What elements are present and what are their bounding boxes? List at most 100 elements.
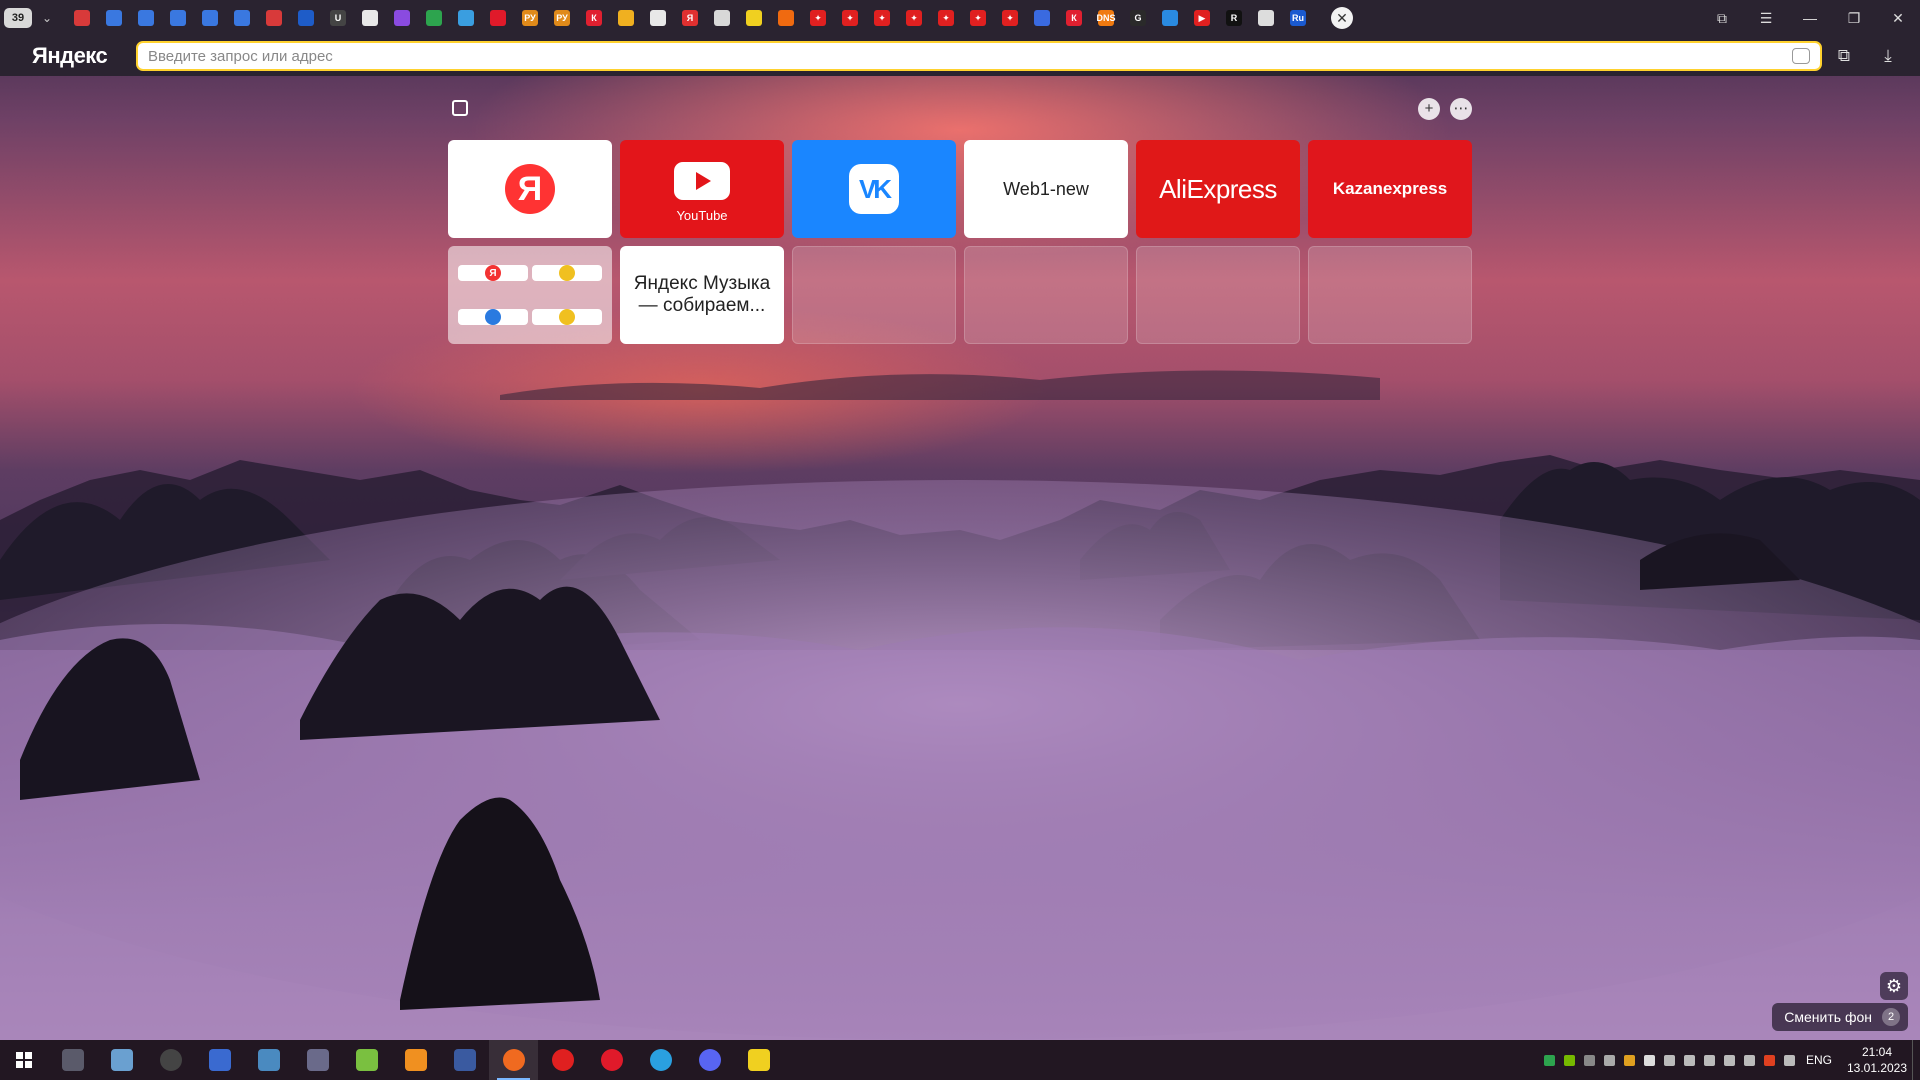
tab-counter[interactable]: 39	[4, 8, 32, 28]
tile-folder[interactable]: Я	[448, 246, 612, 344]
tray-item[interactable]	[1560, 1040, 1580, 1080]
tray-item[interactable]	[1700, 1040, 1720, 1080]
collections-icon[interactable]: ⧉	[1822, 36, 1866, 76]
tab[interactable]: К	[578, 4, 610, 32]
tab-list-chevron-icon[interactable]: ⌄	[36, 11, 58, 25]
tab[interactable]	[1250, 4, 1282, 32]
taskbar-app[interactable]	[195, 1040, 244, 1080]
tab[interactable]	[706, 4, 738, 32]
tray-item[interactable]	[1720, 1040, 1740, 1080]
tile-empty[interactable]	[792, 246, 956, 344]
download-icon[interactable]: ⤓	[1866, 36, 1910, 76]
tray-item[interactable]	[1760, 1040, 1780, 1080]
bookmarks-icon[interactable]: ⧉	[1700, 0, 1744, 36]
more-options-icon[interactable]: ⋯	[1450, 98, 1472, 120]
tab[interactable]	[418, 4, 450, 32]
taskbar-app[interactable]	[97, 1040, 146, 1080]
tab[interactable]	[130, 4, 162, 32]
tab[interactable]	[98, 4, 130, 32]
tab[interactable]: R	[1218, 4, 1250, 32]
menu-icon[interactable]: ☰	[1744, 0, 1788, 36]
tab[interactable]	[482, 4, 514, 32]
tab[interactable]	[162, 4, 194, 32]
tile-empty[interactable]	[964, 246, 1128, 344]
tab[interactable]	[770, 4, 802, 32]
tray-item[interactable]	[1600, 1040, 1620, 1080]
taskbar-app[interactable]	[636, 1040, 685, 1080]
start-button[interactable]	[0, 1040, 48, 1080]
taskbar-app[interactable]	[538, 1040, 587, 1080]
tab[interactable]	[610, 4, 642, 32]
tray-item[interactable]	[1620, 1040, 1640, 1080]
tab[interactable]	[1154, 4, 1186, 32]
language-indicator[interactable]: ENG	[1806, 1053, 1832, 1067]
tab[interactable]: Ru	[1282, 4, 1314, 32]
add-tile-icon[interactable]: +	[1418, 98, 1440, 120]
tab[interactable]	[290, 4, 322, 32]
tab[interactable]: РУ	[546, 4, 578, 32]
restore-icon[interactable]: ❐	[1832, 0, 1876, 36]
tab[interactable]: G	[1122, 4, 1154, 32]
tray-item[interactable]	[1660, 1040, 1680, 1080]
tile-empty[interactable]	[1136, 246, 1300, 344]
close-tab-icon[interactable]: ✕	[1331, 7, 1353, 29]
tab[interactable]: ✦	[898, 4, 930, 32]
tray-item[interactable]	[1680, 1040, 1700, 1080]
tile-empty[interactable]	[1308, 246, 1472, 344]
taskbar-app[interactable]	[391, 1040, 440, 1080]
close-window-icon[interactable]: ✕	[1876, 0, 1920, 36]
tray-item[interactable]	[1640, 1040, 1660, 1080]
tab[interactable]	[738, 4, 770, 32]
tabs-overview-icon[interactable]	[452, 100, 468, 116]
tile-kazanexpress[interactable]: Kazanexpress	[1308, 140, 1472, 238]
tab[interactable]: ▶	[1186, 4, 1218, 32]
tray-item[interactable]	[1740, 1040, 1760, 1080]
tile-yandex-music[interactable]: Яндекс Музыка — собираем...	[620, 246, 784, 344]
address-input[interactable]	[138, 43, 1820, 69]
tab[interactable]: ✦	[962, 4, 994, 32]
taskbar-app[interactable]	[734, 1040, 783, 1080]
taskbar-app[interactable]	[489, 1040, 538, 1080]
change-background-button[interactable]: Сменить фон 2	[1772, 1003, 1908, 1031]
tab[interactable]: ✦	[834, 4, 866, 32]
taskbar-app[interactable]	[244, 1040, 293, 1080]
taskbar-app[interactable]	[440, 1040, 489, 1080]
tab[interactable]: К	[1058, 4, 1090, 32]
tab[interactable]	[450, 4, 482, 32]
taskbar-app[interactable]	[342, 1040, 391, 1080]
taskbar-app[interactable]	[293, 1040, 342, 1080]
tab[interactable]: Я	[674, 4, 706, 32]
taskbar-app[interactable]	[685, 1040, 734, 1080]
address-bar[interactable]	[136, 41, 1822, 71]
tab[interactable]: ✦	[866, 4, 898, 32]
active-tab[interactable]: ✕	[1322, 3, 1362, 33]
tab[interactable]: ✦	[994, 4, 1026, 32]
tile-vk[interactable]: VK	[792, 140, 956, 238]
tab[interactable]	[226, 4, 258, 32]
camera-search-icon[interactable]	[1792, 48, 1810, 64]
tile-yandex[interactable]: Я	[448, 140, 612, 238]
yandex-logo[interactable]: Яндекс	[32, 43, 136, 69]
tab[interactable]: ✦	[802, 4, 834, 32]
tray-item[interactable]	[1780, 1040, 1800, 1080]
taskbar-app[interactable]	[587, 1040, 636, 1080]
show-desktop-button[interactable]	[1912, 1040, 1920, 1080]
taskbar-app[interactable]	[48, 1040, 97, 1080]
taskbar-app[interactable]	[146, 1040, 195, 1080]
tab[interactable]	[642, 4, 674, 32]
tile-youtube[interactable]: YouTube	[620, 140, 784, 238]
tab[interactable]	[1026, 4, 1058, 32]
tab[interactable]	[386, 4, 418, 32]
tab[interactable]	[66, 4, 98, 32]
tab[interactable]: U	[322, 4, 354, 32]
tab[interactable]: РУ	[514, 4, 546, 32]
tray-item[interactable]	[1540, 1040, 1560, 1080]
gear-icon[interactable]: ⚙	[1880, 972, 1908, 1000]
tab[interactable]: ✦	[930, 4, 962, 32]
tab[interactable]	[258, 4, 290, 32]
clock[interactable]: 21:04 13.01.2023	[1842, 1044, 1912, 1076]
tab[interactable]: DNS	[1090, 4, 1122, 32]
tab[interactable]	[194, 4, 226, 32]
tab[interactable]	[354, 4, 386, 32]
minimize-icon[interactable]: —	[1788, 0, 1832, 36]
